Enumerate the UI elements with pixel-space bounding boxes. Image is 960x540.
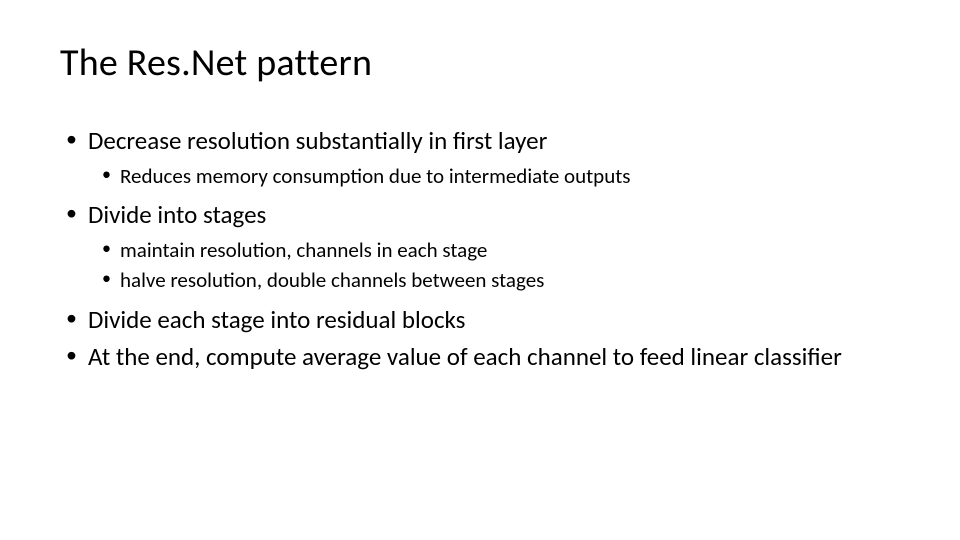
bullet-l1: At the end, compute average value of eac… — [60, 340, 900, 374]
slide-title: The Res.Net pattern — [60, 40, 900, 86]
bullet-l2: halve resolution, double channels betwee… — [60, 266, 900, 294]
bullet-l1: Decrease resolution substantially in fir… — [60, 124, 900, 158]
bullet-list: Decrease resolution substantially in fir… — [60, 124, 900, 374]
bullet-l2: Reduces memory consumption due to interm… — [60, 162, 900, 190]
bullet-l2: maintain resolution, channels in each st… — [60, 236, 900, 264]
bullet-l1: Divide each stage into residual blocks — [60, 303, 900, 337]
bullet-l1: Divide into stages — [60, 198, 900, 232]
